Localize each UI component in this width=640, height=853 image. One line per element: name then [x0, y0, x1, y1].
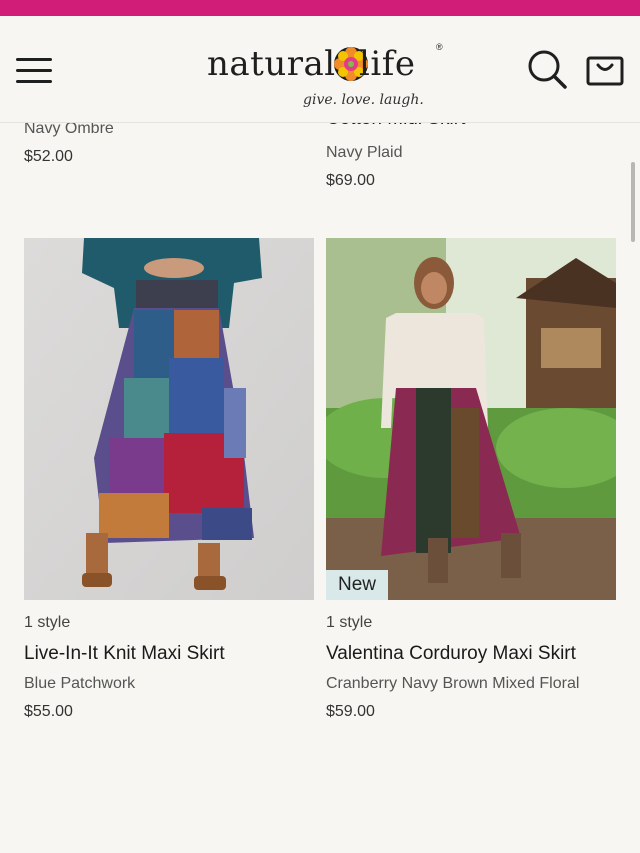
- logo-tagline: give. love. laugh.: [303, 92, 424, 108]
- shopping-bag-icon[interactable]: [586, 52, 626, 88]
- style-count: 1 style: [326, 614, 373, 631]
- new-badge: New: [326, 570, 389, 600]
- style-count: 1 style: [24, 614, 71, 631]
- search-icon[interactable]: [526, 48, 568, 90]
- patchwork-skirt-photo: [24, 238, 314, 600]
- product-price: $55.00: [24, 703, 73, 720]
- product-image[interactable]: New: [326, 238, 616, 600]
- product-name[interactable]: Valentina Corduroy Maxi Skirt: [326, 643, 576, 665]
- product-card[interactable]: New 1 style Valentina Corduroy Maxi Skir…: [326, 238, 616, 728]
- site-header: natural life ® give. love. laugh.: [0, 16, 640, 123]
- product-price: $52.00: [24, 148, 73, 165]
- product-listing-page: Navy Ombre $52.00 Cotton Midi Skirt Navy…: [0, 0, 640, 853]
- product-card[interactable]: 1 style Live-In-It Knit Maxi Skirt Blue …: [24, 238, 314, 728]
- promo-bar[interactable]: [0, 0, 640, 16]
- product-price: $59.00: [326, 703, 375, 720]
- brand-logo[interactable]: natural life ® give. love. laugh.: [207, 36, 447, 108]
- product-color: Navy Plaid: [326, 144, 403, 161]
- scrollbar-thumb[interactable]: [631, 162, 635, 242]
- product-name[interactable]: Live-In-It Knit Maxi Skirt: [24, 643, 225, 665]
- logo-text-left: natural: [207, 44, 336, 84]
- product-color: Blue Patchwork: [24, 675, 136, 692]
- corduroy-skirt-photo: [326, 238, 616, 600]
- registered-mark: ®: [436, 42, 443, 52]
- product-color: Cranberry Navy Brown Mixed Floral: [326, 675, 580, 692]
- logo-text-right: life: [359, 44, 416, 84]
- hamburger-menu-icon[interactable]: [16, 56, 54, 88]
- product-price: $69.00: [326, 172, 375, 189]
- product-image[interactable]: [24, 238, 314, 600]
